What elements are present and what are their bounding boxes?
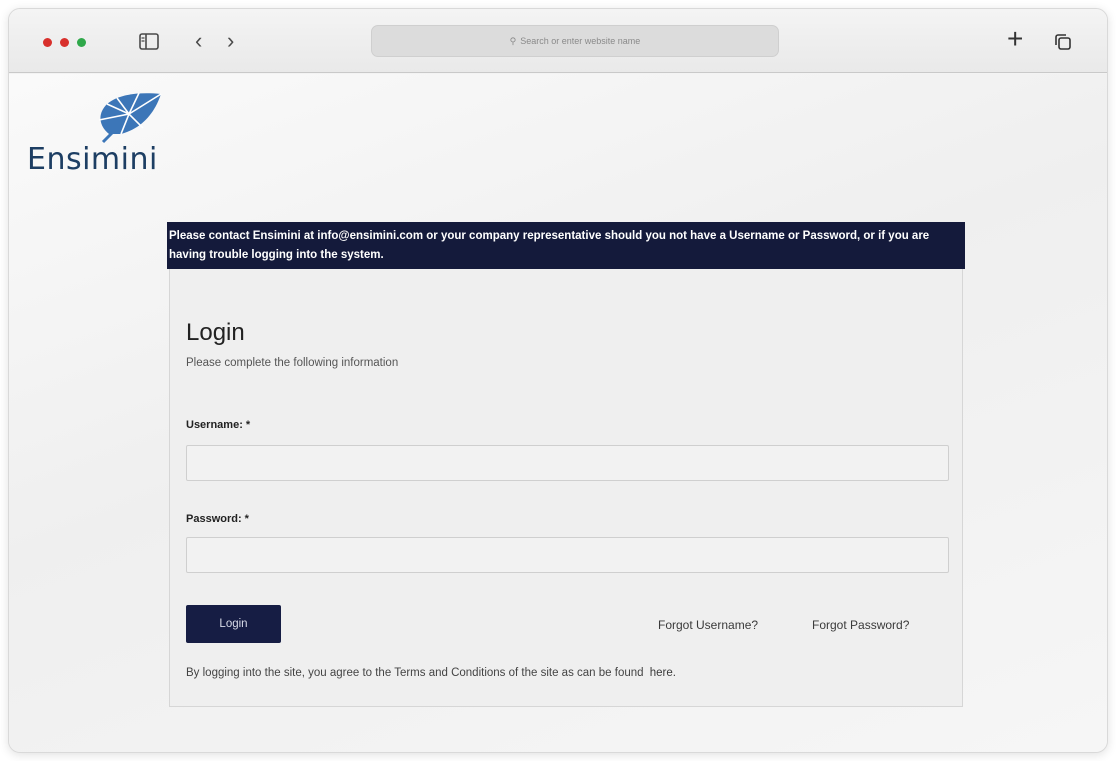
zoom-window-button[interactable] bbox=[77, 38, 86, 47]
terms-notice: By logging into the site, you agree to t… bbox=[186, 667, 676, 679]
close-window-button[interactable] bbox=[43, 38, 52, 47]
forgot-password-link[interactable]: Forgot Password? bbox=[812, 618, 909, 632]
browser-window: ‹ › ⚲ Search or enter website name + Ens… bbox=[8, 8, 1108, 753]
login-button[interactable]: Login bbox=[186, 605, 281, 643]
browser-toolbar: ‹ › ⚲ Search or enter website name + bbox=[9, 9, 1107, 73]
chevron-right-icon[interactable]: › bbox=[227, 27, 234, 55]
ensimini-logo[interactable] bbox=[69, 84, 169, 144]
username-label: Username: * bbox=[186, 419, 251, 431]
terms-link[interactable]: here. bbox=[650, 667, 676, 679]
page-subtitle: Please complete the following informatio… bbox=[186, 357, 399, 369]
username-input[interactable] bbox=[186, 445, 949, 481]
contact-notice-banner: Please contact Ensimini at info@ensimini… bbox=[167, 222, 965, 269]
password-label: Password: * bbox=[186, 513, 249, 525]
address-bar[interactable]: ⚲ Search or enter website name bbox=[371, 25, 779, 57]
page-content: Ensimini Please contact Ensimini at info… bbox=[9, 74, 1107, 752]
address-bar-placeholder: Search or enter website name bbox=[520, 36, 641, 46]
chevron-left-icon[interactable]: ‹ bbox=[195, 27, 202, 55]
password-input[interactable] bbox=[186, 537, 949, 573]
minimize-window-button[interactable] bbox=[60, 38, 69, 47]
login-panel: Login Please complete the following info… bbox=[169, 269, 963, 707]
tab-overview-icon[interactable] bbox=[1054, 33, 1072, 51]
terms-text: By logging into the site, you agree to t… bbox=[186, 667, 644, 679]
plus-icon[interactable]: + bbox=[1007, 25, 1023, 53]
forgot-username-link[interactable]: Forgot Username? bbox=[658, 618, 758, 632]
search-icon: ⚲ bbox=[509, 35, 517, 46]
sidebar-icon[interactable] bbox=[139, 33, 159, 50]
page-title: Login bbox=[186, 319, 245, 346]
brand-name: Ensimini bbox=[27, 142, 158, 177]
